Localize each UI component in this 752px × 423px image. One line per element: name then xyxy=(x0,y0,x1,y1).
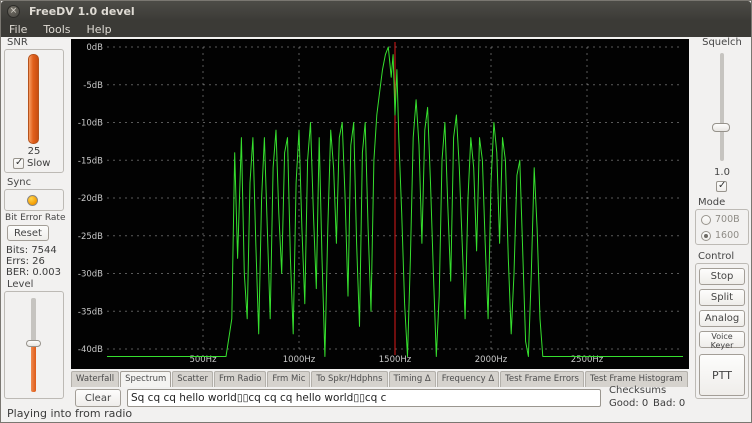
level-slider-fill xyxy=(31,344,36,392)
slow-checkbox[interactable] xyxy=(13,158,24,169)
tab-frequency-[interactable]: Frequency Δ xyxy=(437,371,499,387)
snr-value: 25 xyxy=(5,146,63,157)
level-slider[interactable] xyxy=(31,298,36,392)
mode-radio-1600-label: 1600 xyxy=(715,230,739,241)
ber-label: Bit Error Rate xyxy=(5,213,66,223)
control-label: Control xyxy=(698,251,734,262)
analog-button[interactable]: Analog xyxy=(699,310,745,327)
sync-label: Sync xyxy=(7,177,31,188)
tab-frm-radio[interactable]: Frm Radio xyxy=(214,371,266,387)
statusbar-text: Playing into from radio xyxy=(7,407,132,420)
mode-radio-700b[interactable] xyxy=(701,215,711,225)
statusbar: Playing into from radio xyxy=(1,404,751,422)
squelch-label: Squelch xyxy=(693,37,751,48)
level-group xyxy=(4,291,64,399)
y-axis-label: -20dB xyxy=(78,194,103,204)
y-axis-label: -25dB xyxy=(78,232,103,242)
level-label: Level xyxy=(7,279,33,290)
bits-count: Bits: 7544 xyxy=(6,245,57,256)
slow-label: Slow xyxy=(27,158,50,169)
x-axis-label: 1000Hz xyxy=(283,355,316,365)
spectrum-plot: 0dB -5dB -10dB -15dB -20dB -25dB -30dB -35dB -40… xyxy=(71,39,689,369)
mode-radio-700b-label: 700B xyxy=(715,214,740,225)
menubar: File Tools Help xyxy=(1,21,751,37)
mode-label: Mode xyxy=(698,197,725,208)
tab-frm-mic[interactable]: Frm Mic xyxy=(267,371,310,387)
stop-button[interactable]: Stop xyxy=(699,268,745,285)
y-axis-label: -5dB xyxy=(83,81,103,91)
snr-group: 25 Slow xyxy=(4,49,64,173)
snr-label: SNR xyxy=(7,37,28,48)
tab-bar: WaterfallSpectrumScatterFrm RadioFrm Mic… xyxy=(71,371,691,387)
split-button[interactable]: Split xyxy=(699,289,745,306)
snr-gauge xyxy=(28,54,39,144)
menu-tools[interactable]: Tools xyxy=(43,22,70,37)
tab-to-spkr-hdphns[interactable]: To Spkr/Hdphns xyxy=(311,371,387,387)
reset-button[interactable]: Reset xyxy=(7,225,49,241)
level-slider-handle[interactable] xyxy=(26,340,41,347)
tab-test-frame-errors[interactable]: Test Frame Errors xyxy=(500,371,584,387)
spectrum-svg: 0dB -5dB -10dB -15dB -20dB -25dB -30dB -35dB -40… xyxy=(71,39,689,369)
close-button[interactable]: × xyxy=(7,5,20,18)
y-axis-label: -30dB xyxy=(78,270,103,280)
titlebar: × FreeDV 1.0 devel xyxy=(1,1,751,21)
ber-value: BER: 0.003 xyxy=(6,267,61,278)
control-group: Stop Split Analog Voice Keyer PTT xyxy=(695,263,749,399)
freedv-window: × FreeDV 1.0 devel File Tools Help SNR 2… xyxy=(0,0,752,423)
window-title: FreeDV 1.0 devel xyxy=(29,5,135,18)
menu-help[interactable]: Help xyxy=(87,22,112,37)
menu-file[interactable]: File xyxy=(9,22,27,37)
mode-group: 700B 1600 xyxy=(695,209,749,245)
tab-scatter[interactable]: Scatter xyxy=(172,371,213,387)
squelch-value: 1.0 xyxy=(693,167,751,178)
sync-group xyxy=(4,189,64,211)
tab-timing-[interactable]: Timing Δ xyxy=(389,371,436,387)
y-axis-label: -10dB xyxy=(78,119,103,129)
x-axis-label: 1500Hz xyxy=(379,355,412,365)
tab-waterfall[interactable]: Waterfall xyxy=(71,371,119,387)
sync-led-indicator xyxy=(27,195,38,206)
y-axis-label: -15dB xyxy=(78,156,103,166)
voice-keyer-button[interactable]: Voice Keyer xyxy=(699,331,745,348)
squelch-enable-checkbox[interactable] xyxy=(716,181,727,192)
errs-count: Errs: 26 xyxy=(6,256,45,267)
y-axis-label: 0dB xyxy=(86,43,103,53)
ptt-button[interactable]: PTT xyxy=(699,354,745,396)
x-axis-label: 2000Hz xyxy=(475,355,508,365)
tab-spectrum[interactable]: Spectrum xyxy=(120,371,171,387)
squelch-slider-handle[interactable] xyxy=(712,123,730,132)
squelch-slider[interactable] xyxy=(720,53,724,161)
mode-radio-1600[interactable] xyxy=(701,231,711,241)
checksums-label: Checksums xyxy=(609,385,666,396)
y-axis-label: -35dB xyxy=(78,307,103,317)
y-axis-label: -40dB xyxy=(78,345,103,355)
